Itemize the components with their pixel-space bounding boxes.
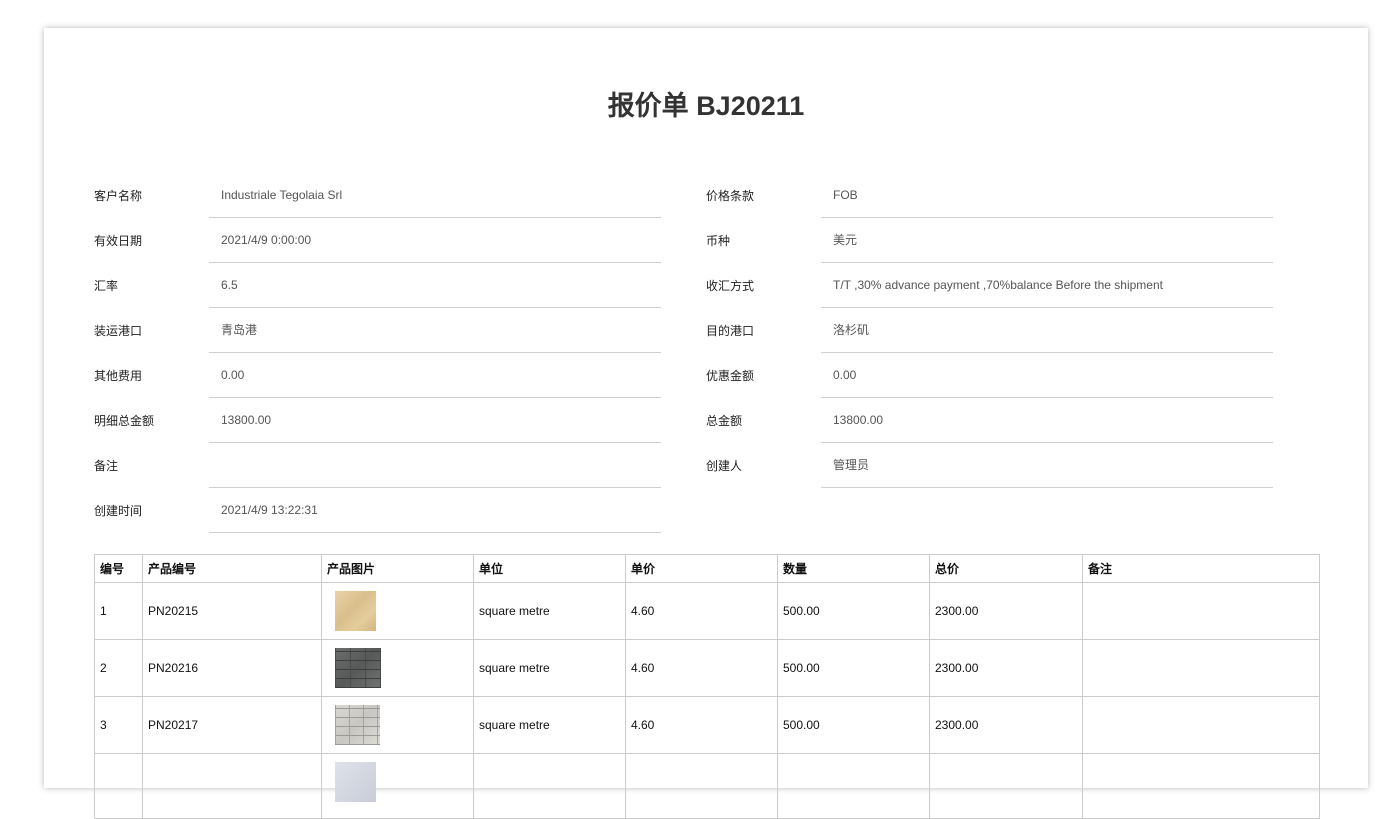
- field-value: Industriale Tegolaia Srl: [209, 173, 661, 218]
- product-thumbnail[interactable]: [335, 762, 376, 802]
- product-thumbnail[interactable]: [335, 648, 381, 688]
- cell-product-image: [321, 639, 474, 697]
- field-value: 洛杉矶: [821, 308, 1273, 353]
- field-value: T/T ,30% advance payment ,70%balance Bef…: [821, 263, 1273, 308]
- cell-unit-price: [625, 753, 778, 819]
- field-value: 青岛港: [209, 308, 661, 353]
- table-header-row: 编号 产品编号 产品图片 单位 单价 数量 总价 备注: [94, 554, 1320, 583]
- field-label: 其他费用: [94, 369, 143, 383]
- column-header-quantity: 数量: [777, 554, 930, 583]
- column-header-total-price: 总价: [929, 554, 1083, 583]
- cell-total-price: 2300.00: [929, 639, 1083, 697]
- cell-no: 2: [94, 639, 143, 697]
- cell-quantity: 500.00: [777, 696, 930, 754]
- field-payment-method: 收汇方式 T/T ,30% advance payment ,70%balanc…: [706, 263, 1273, 308]
- field-value: 0.00: [821, 353, 1273, 398]
- cell-unit-price: 4.60: [625, 582, 778, 640]
- cell-no: 3: [94, 696, 143, 754]
- cell-product-image: [321, 696, 474, 754]
- field-value: FOB: [821, 173, 1273, 218]
- cell-product-image: [321, 753, 474, 819]
- field-label: 创建时间: [94, 504, 143, 518]
- table-row: [94, 753, 1320, 819]
- cell-no: 1: [94, 582, 143, 640]
- cell-remarks: [1082, 639, 1320, 697]
- field-loading-port: 装运港口 青岛港: [94, 308, 661, 353]
- cell-unit: square metre: [473, 582, 626, 640]
- cell-unit-price: 4.60: [625, 639, 778, 697]
- cell-total-price: 2300.00: [929, 582, 1083, 640]
- field-value: [209, 443, 661, 488]
- column-header-remarks: 备注: [1082, 554, 1320, 583]
- column-header-product-image: 产品图片: [321, 554, 474, 583]
- field-label: 目的港口: [706, 324, 755, 338]
- field-label: 优惠金额: [706, 369, 755, 383]
- cell-product-code: PN20216: [142, 639, 322, 697]
- field-label: 明细总金额: [94, 414, 155, 428]
- field-label: 收汇方式: [706, 279, 755, 293]
- field-value: 2021/4/9 0:00:00: [209, 218, 661, 263]
- cell-remarks: [1082, 696, 1320, 754]
- cell-remarks: [1082, 753, 1320, 819]
- field-discount-amount: 优惠金额 0.00: [706, 353, 1273, 398]
- field-value: 13800.00: [821, 398, 1273, 443]
- table-row: 2 PN20216 square metre 4.60 500.00 2300.…: [94, 639, 1320, 697]
- field-destination-port: 目的港口 洛杉矶: [706, 308, 1273, 353]
- field-label: 创建人: [706, 459, 743, 473]
- column-header-product-code: 产品编号: [142, 554, 322, 583]
- field-value: 美元: [821, 218, 1273, 263]
- field-valid-date: 有效日期 2021/4/9 0:00:00: [94, 218, 661, 263]
- field-other-fees: 其他费用 0.00: [94, 353, 661, 398]
- field-currency: 币种 美元: [706, 218, 1273, 263]
- field-label: 汇率: [94, 279, 119, 293]
- field-exchange-rate: 汇率 6.5: [94, 263, 661, 308]
- field-total-amount: 总金额 13800.00: [706, 398, 1273, 443]
- cell-total-price: 2300.00: [929, 696, 1083, 754]
- field-label: 总金额: [706, 414, 743, 428]
- table-row: 3 PN20217 square metre 4.60 500.00 2300.…: [94, 696, 1320, 754]
- column-header-no: 编号: [94, 554, 143, 583]
- field-price-terms: 价格条款 FOB: [706, 173, 1273, 218]
- field-label: 客户名称: [94, 189, 143, 203]
- cell-product-code: PN20217: [142, 696, 322, 754]
- field-detail-total: 明细总金额 13800.00: [94, 398, 661, 443]
- product-thumbnail[interactable]: [335, 591, 376, 631]
- cell-remarks: [1082, 582, 1320, 640]
- table-row: 1 PN20215 square metre 4.60 500.00 2300.…: [94, 582, 1320, 640]
- field-created-time: 创建时间 2021/4/9 13:22:31: [94, 488, 661, 533]
- column-header-unit-price: 单价: [625, 554, 778, 583]
- cell-no: [94, 753, 143, 819]
- cell-total-price: [929, 753, 1083, 819]
- field-label: 装运港口: [94, 324, 143, 338]
- field-value: 2021/4/9 13:22:31: [209, 488, 661, 533]
- field-remarks: 备注: [94, 443, 661, 488]
- cell-unit: [473, 753, 626, 819]
- field-value: 13800.00: [209, 398, 661, 443]
- cell-product-code: PN20215: [142, 582, 322, 640]
- page-title: 报价单 BJ20211: [607, 91, 805, 121]
- product-thumbnail[interactable]: [335, 705, 380, 745]
- field-value: 6.5: [209, 263, 661, 308]
- cell-unit: square metre: [473, 639, 626, 697]
- cell-quantity: 500.00: [777, 639, 930, 697]
- field-label: 价格条款: [706, 189, 755, 203]
- field-value: 管理员: [821, 443, 1273, 488]
- field-creator: 创建人 管理员: [706, 443, 1273, 488]
- cell-product-image: [321, 582, 474, 640]
- field-value: 0.00: [209, 353, 661, 398]
- field-customer-name: 客户名称 Industriale Tegolaia Srl: [94, 173, 661, 218]
- field-label: 备注: [94, 459, 119, 473]
- column-header-unit: 单位: [473, 554, 626, 583]
- product-detail-table: 编号 产品编号 产品图片 单位 单价 数量 总价 备注 1 PN20215 sq…: [94, 554, 1320, 819]
- cell-unit: square metre: [473, 696, 626, 754]
- cell-product-code: [142, 753, 322, 819]
- field-label: 有效日期: [94, 234, 143, 248]
- field-label: 币种: [706, 234, 731, 248]
- cell-quantity: [777, 753, 930, 819]
- cell-unit-price: 4.60: [625, 696, 778, 754]
- cell-quantity: 500.00: [777, 582, 930, 640]
